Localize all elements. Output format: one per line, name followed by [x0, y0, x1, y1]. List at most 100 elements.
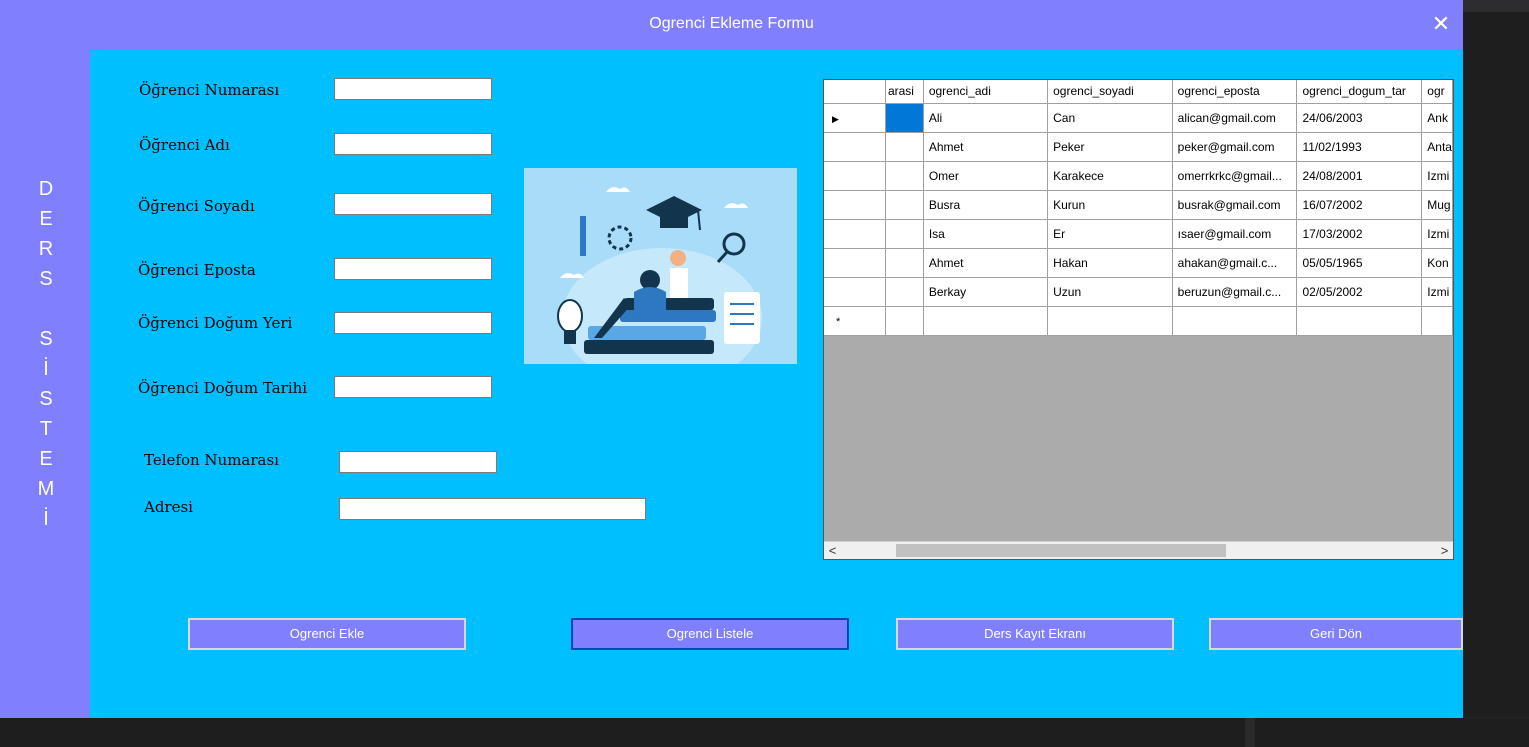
table-cell[interactable]: Can	[1047, 103, 1173, 133]
table-cell[interactable]	[885, 219, 924, 249]
column-header[interactable]: ogrenci_dogum_tar	[1296, 80, 1423, 104]
table-cell[interactable]: Anta	[1421, 132, 1453, 162]
table-cell[interactable]: Izmi	[1421, 277, 1453, 307]
back-button[interactable]: Geri Dön	[1209, 618, 1463, 650]
table-cell[interactable]: busrak@gmail.com	[1172, 190, 1298, 220]
table-row[interactable]: ▶ Ali Can alican@gmail.com 24/06/2003 An…	[824, 103, 1453, 133]
column-header[interactable]: ogrenci_adi	[923, 80, 1049, 104]
background-bottom	[0, 718, 1529, 747]
table-cell[interactable]: omerrkrkc@gmail...	[1172, 161, 1298, 191]
table-cell[interactable]	[1421, 306, 1453, 336]
column-header[interactable]: arasi	[885, 80, 924, 104]
table-row[interactable]: Berkay Uzun beruzun@gmail.c... 02/05/200…	[824, 277, 1453, 307]
birthplace-label: Öğrenci Doğum Yeri	[138, 314, 293, 332]
course-registration-button[interactable]: Ders Kayıt Ekranı	[896, 618, 1174, 650]
table-cell[interactable]: peker@gmail.com	[1172, 132, 1298, 162]
address-input[interactable]	[339, 498, 646, 520]
table-cell[interactable]	[1047, 306, 1173, 336]
table-cell[interactable]: Ahmet	[923, 248, 1049, 278]
table-cell[interactable]	[885, 161, 924, 191]
row-header[interactable]: *	[824, 306, 886, 336]
birthplace-input[interactable]	[334, 312, 492, 334]
table-cell[interactable]	[885, 190, 924, 220]
table-cell[interactable]: Mug	[1421, 190, 1453, 220]
row-header[interactable]	[824, 132, 886, 162]
first-name-input[interactable]	[334, 133, 492, 155]
close-icon[interactable]: ✕	[1429, 10, 1453, 38]
students-data-grid[interactable]: arasi ogrenci_adi ogrenci_soyadi ogrenci…	[823, 79, 1454, 560]
students-table: arasi ogrenci_adi ogrenci_soyadi ogrenci…	[824, 80, 1453, 336]
table-cell[interactable]: Izmi	[1421, 219, 1453, 249]
table-cell[interactable]: 11/02/1993	[1296, 132, 1423, 162]
table-cell[interactable]: Peker	[1047, 132, 1173, 162]
table-cell[interactable]: alican@gmail.com	[1172, 103, 1298, 133]
student-number-input[interactable]	[334, 78, 492, 100]
column-header[interactable]: ogrenci_eposta	[1172, 80, 1298, 104]
table-cell[interactable]: Hakan	[1047, 248, 1173, 278]
table-cell[interactable]: Uzun	[1047, 277, 1173, 307]
table-row[interactable]: Omer Karakece omerrkrkc@gmail... 24/08/2…	[824, 161, 1453, 191]
table-cell[interactable]: Kurun	[1047, 190, 1173, 220]
row-header[interactable]	[824, 248, 886, 278]
row-header[interactable]: ▶	[824, 103, 886, 133]
divider	[1245, 718, 1255, 747]
sidebar-vertical-title: D E R S S İ S T E M İ	[37, 178, 55, 530]
table-cell[interactable]	[1296, 306, 1423, 336]
table-row[interactable]: Isa Er ısaer@gmail.com 17/03/2002 Izmi	[824, 219, 1453, 249]
table-cell[interactable]	[923, 306, 1049, 336]
table-cell[interactable]	[885, 103, 924, 133]
table-cell[interactable]: Busra	[923, 190, 1049, 220]
table-row[interactable]: Ahmet Hakan ahakan@gmail.c... 05/05/1965…	[824, 248, 1453, 278]
window-title: Ogrenci Ekleme Formu	[649, 15, 814, 32]
table-cell[interactable]: Kon	[1421, 248, 1453, 278]
list-students-button[interactable]: Ogrenci Listele	[571, 618, 849, 650]
table-cell[interactable]: 02/05/2002	[1296, 277, 1423, 307]
table-cell[interactable]	[885, 132, 924, 162]
email-input[interactable]	[334, 258, 492, 280]
scrollbar-thumb[interactable]	[896, 544, 1226, 557]
education-illustration	[524, 168, 797, 388]
table-cell[interactable]	[1172, 306, 1298, 336]
table-cell[interactable]	[885, 306, 924, 336]
row-header[interactable]	[824, 161, 886, 191]
table-cell[interactable]: Izmi	[1421, 161, 1453, 191]
row-header[interactable]	[824, 277, 886, 307]
table-cell[interactable]: Er	[1047, 219, 1173, 249]
table-cell[interactable]: Ank	[1421, 103, 1453, 133]
table-row[interactable]: Busra Kurun busrak@gmail.com 16/07/2002 …	[824, 190, 1453, 220]
table-cell[interactable]: Karakece	[1047, 161, 1173, 191]
table-cell[interactable]: Isa	[923, 219, 1049, 249]
table-cell[interactable]: beruzun@gmail.c...	[1172, 277, 1298, 307]
birthdate-input[interactable]	[334, 376, 492, 398]
student-number-label: Öğrenci Numarası	[139, 81, 280, 99]
last-name-label: Öğrenci Soyadı	[138, 197, 255, 215]
row-header[interactable]	[824, 190, 886, 220]
current-row-icon: ▶	[832, 113, 839, 124]
table-cell[interactable]: 17/03/2002	[1296, 219, 1423, 249]
scroll-left-icon[interactable]: <	[824, 542, 841, 559]
horizontal-scrollbar[interactable]: < >	[824, 541, 1453, 559]
table-cell[interactable]: ısaer@gmail.com	[1172, 219, 1298, 249]
scroll-right-icon[interactable]: >	[1436, 542, 1453, 559]
last-name-input[interactable]	[334, 193, 492, 215]
table-cell[interactable]: Omer	[923, 161, 1049, 191]
phone-input[interactable]	[339, 451, 497, 473]
birthdate-label: Öğrenci Doğum Tarihi	[138, 379, 308, 397]
add-student-button[interactable]: Ogrenci Ekle	[188, 618, 466, 650]
table-cell[interactable]: 16/07/2002	[1296, 190, 1423, 220]
table-row[interactable]: Ahmet Peker peker@gmail.com 11/02/1993 A…	[824, 132, 1453, 162]
table-cell[interactable]	[885, 277, 924, 307]
row-header[interactable]	[824, 219, 886, 249]
table-cell[interactable]: 05/05/1965	[1296, 248, 1423, 278]
table-cell[interactable]: 24/06/2003	[1296, 103, 1423, 133]
table-cell[interactable]	[885, 248, 924, 278]
new-row[interactable]: *	[824, 306, 1453, 336]
table-cell[interactable]: Berkay	[923, 277, 1049, 307]
background-strip	[1463, 0, 1529, 12]
column-header[interactable]: ogr	[1421, 80, 1453, 104]
column-header[interactable]: ogrenci_soyadi	[1047, 80, 1173, 104]
table-cell[interactable]: 24/08/2001	[1296, 161, 1423, 191]
table-cell[interactable]: Ahmet	[923, 132, 1049, 162]
table-cell[interactable]: Ali	[923, 103, 1049, 133]
table-cell[interactable]: ahakan@gmail.c...	[1172, 248, 1298, 278]
